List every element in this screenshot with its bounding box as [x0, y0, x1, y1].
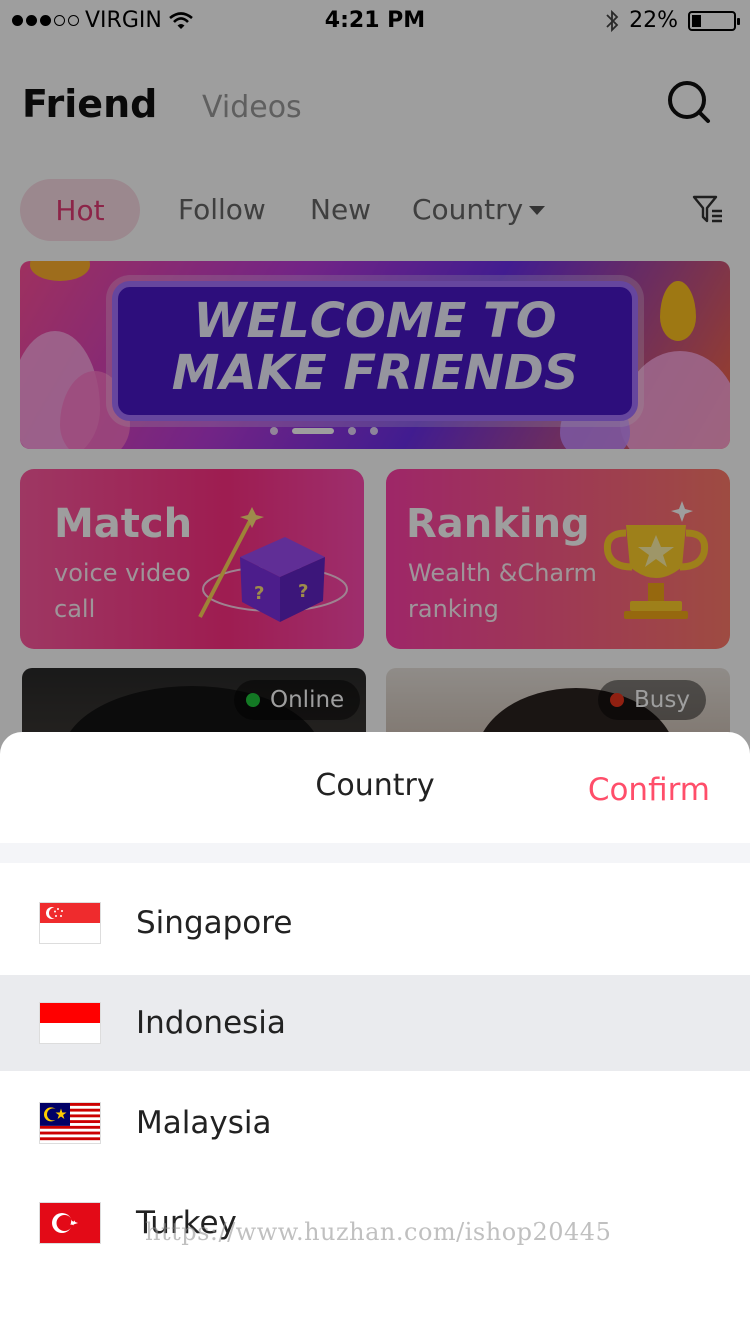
country-name: Malaysia	[136, 1105, 272, 1141]
country-name: Singapore	[136, 905, 293, 941]
country-name: Indonesia	[136, 1005, 286, 1041]
country-item-indonesia[interactable]: Indonesia	[0, 975, 750, 1071]
indonesia-flag-icon	[40, 1003, 100, 1043]
watermark: https://www.huzhan.com/ishop20445	[145, 1218, 612, 1246]
turkey-flag-icon	[40, 1203, 100, 1243]
country-item-singapore[interactable]: Singapore	[0, 875, 750, 971]
country-item-malaysia[interactable]: Malaysia	[0, 1075, 750, 1171]
divider	[0, 843, 750, 863]
singapore-flag-icon	[40, 903, 100, 943]
confirm-button[interactable]: Confirm	[588, 772, 710, 808]
malaysia-flag-icon	[40, 1103, 100, 1143]
